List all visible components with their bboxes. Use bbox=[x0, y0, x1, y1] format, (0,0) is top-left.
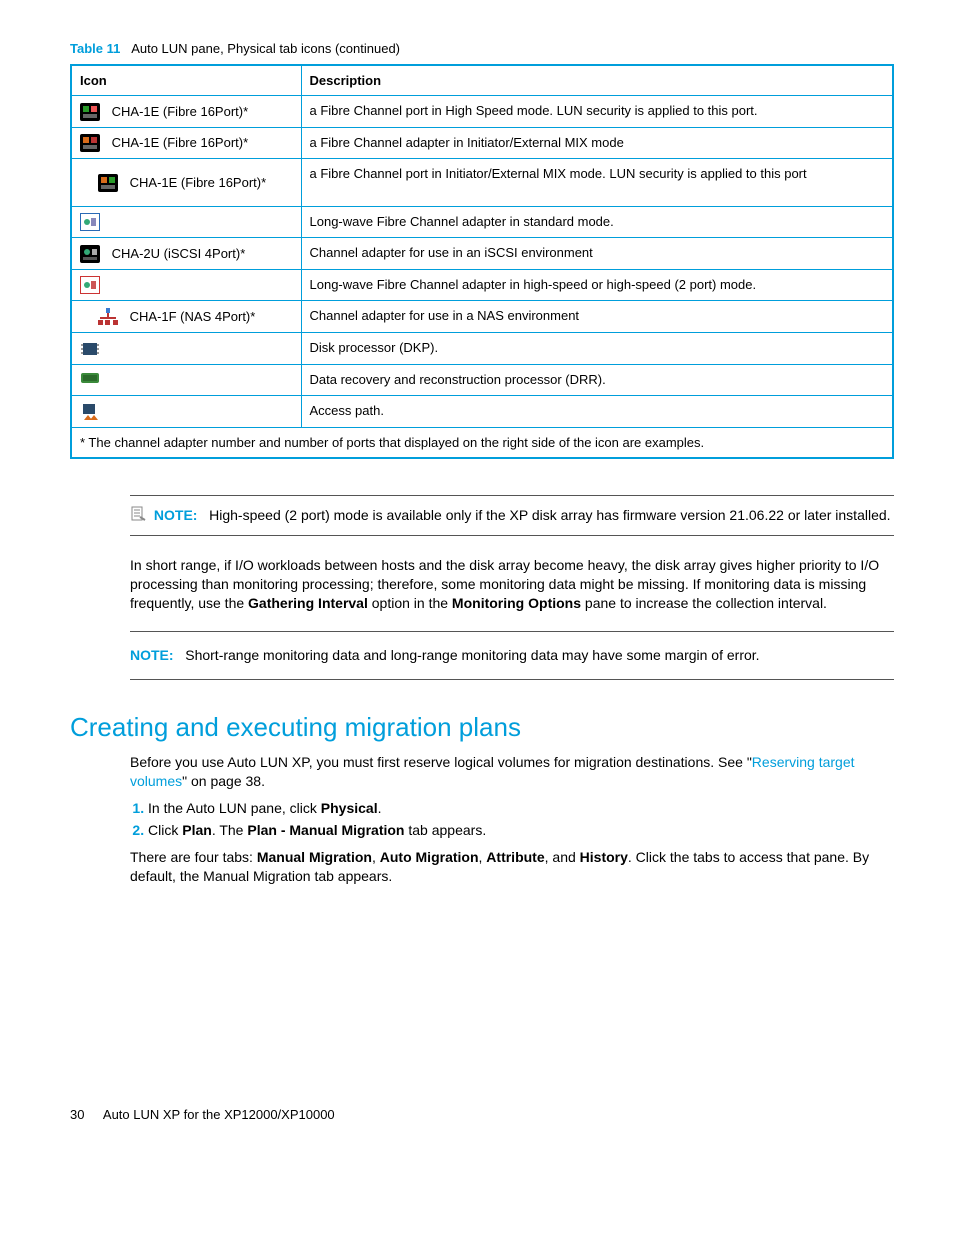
icon-desc: Long-wave Fibre Channel adapter in high-… bbox=[301, 269, 893, 301]
col-icon: Icon bbox=[71, 65, 301, 96]
icon-table: Icon Description CHA-1E (Fibre 16Port)* … bbox=[70, 64, 894, 460]
note-label: NOTE: bbox=[130, 647, 174, 663]
page-footer: 30 Auto LUN XP for the XP12000/XP10000 bbox=[70, 1106, 894, 1124]
table-row: CHA-1F (NAS 4Port)* Channel adapter for … bbox=[71, 301, 893, 333]
table-row: CHA-2U (iSCSI 4Port)* Channel adapter fo… bbox=[71, 238, 893, 270]
steps-list: In the Auto LUN pane, click Physical. Cl… bbox=[130, 799, 894, 841]
drr-processor-icon bbox=[80, 371, 100, 389]
page-number: 30 bbox=[70, 1106, 100, 1124]
note-line: NOTE: Short-range monitoring data and lo… bbox=[130, 646, 894, 665]
icon-label: CHA-2U (iSCSI 4Port)* bbox=[112, 245, 246, 263]
nas-adapter-icon bbox=[98, 308, 118, 326]
disk-processor-icon bbox=[80, 340, 100, 358]
table-footnote: * The channel adapter number and number … bbox=[71, 427, 893, 458]
icon-desc: Disk processor (DKP). bbox=[301, 333, 893, 365]
adapter-card-orange-icon bbox=[80, 134, 100, 152]
table-footnote-row: * The channel adapter number and number … bbox=[71, 427, 893, 458]
adapter-card-mix-icon bbox=[98, 174, 118, 192]
note-icon bbox=[130, 506, 146, 522]
icon-desc: Long-wave Fibre Channel adapter in stand… bbox=[301, 206, 893, 238]
table-row: Long-wave Fibre Channel adapter in high-… bbox=[71, 269, 893, 301]
tabs-paragraph: There are four tabs: Manual Migration, A… bbox=[130, 848, 894, 886]
table-label: Table 11 bbox=[70, 41, 120, 56]
iscsi-adapter-icon bbox=[80, 245, 100, 263]
icon-label: CHA-1E (Fibre 16Port)* bbox=[112, 134, 249, 152]
divider bbox=[130, 631, 894, 632]
icon-label: CHA-1F (NAS 4Port)* bbox=[130, 308, 256, 326]
access-path-icon bbox=[80, 403, 100, 421]
note-block: NOTE: High-speed (2 port) mode is availa… bbox=[130, 495, 894, 536]
icon-desc: Data recovery and reconstruction process… bbox=[301, 364, 893, 396]
bold-term: Monitoring Options bbox=[452, 595, 581, 611]
bold-term: Gathering Interval bbox=[248, 595, 368, 611]
longwave-standard-icon bbox=[80, 213, 100, 231]
step-item: In the Auto LUN pane, click Physical. bbox=[148, 799, 894, 818]
table-caption-text: Auto LUN pane, Physical tab icons (conti… bbox=[131, 41, 400, 56]
note-text: High-speed (2 port) mode is available on… bbox=[209, 507, 890, 523]
table-row: CHA-1E (Fibre 16Port)* a Fibre Channel p… bbox=[71, 96, 893, 128]
icon-desc: a Fibre Channel adapter in Initiator/Ext… bbox=[301, 127, 893, 159]
icon-desc: a Fibre Channel port in Initiator/Extern… bbox=[301, 159, 893, 207]
longwave-highspeed-icon bbox=[80, 276, 100, 294]
step-item: Click Plan. The Plan - Manual Migration … bbox=[148, 821, 894, 840]
section-paragraph: Before you use Auto LUN XP, you must fir… bbox=[130, 753, 894, 791]
note-text: Short-range monitoring data and long-ran… bbox=[185, 647, 759, 663]
col-desc: Description bbox=[301, 65, 893, 96]
icon-desc: Access path. bbox=[301, 396, 893, 428]
icon-desc: a Fibre Channel port in High Speed mode.… bbox=[301, 96, 893, 128]
icon-label: CHA-1E (Fibre 16Port)* bbox=[112, 103, 249, 121]
table-row: Data recovery and reconstruction process… bbox=[71, 364, 893, 396]
note-label: NOTE: bbox=[154, 507, 198, 523]
icon-label: CHA-1E (Fibre 16Port)* bbox=[130, 174, 267, 192]
adapter-card-green-icon bbox=[80, 103, 100, 121]
divider bbox=[130, 679, 894, 680]
table-row: CHA-1E (Fibre 16Port)* a Fibre Channel a… bbox=[71, 127, 893, 159]
table-row: CHA-1E (Fibre 16Port)* a Fibre Channel p… bbox=[71, 159, 893, 207]
table-caption: Table 11 Auto LUN pane, Physical tab ico… bbox=[70, 40, 894, 58]
section-heading: Creating and executing migration plans bbox=[70, 710, 894, 745]
table-row: Access path. bbox=[71, 396, 893, 428]
table-row: Disk processor (DKP). bbox=[71, 333, 893, 365]
icon-desc: Channel adapter for use in a NAS environ… bbox=[301, 301, 893, 333]
icon-desc: Channel adapter for use in an iSCSI envi… bbox=[301, 238, 893, 270]
footer-title: Auto LUN XP for the XP12000/XP10000 bbox=[103, 1107, 335, 1122]
table-row: Long-wave Fibre Channel adapter in stand… bbox=[71, 206, 893, 238]
body-paragraph: In short range, if I/O workloads between… bbox=[130, 556, 894, 613]
